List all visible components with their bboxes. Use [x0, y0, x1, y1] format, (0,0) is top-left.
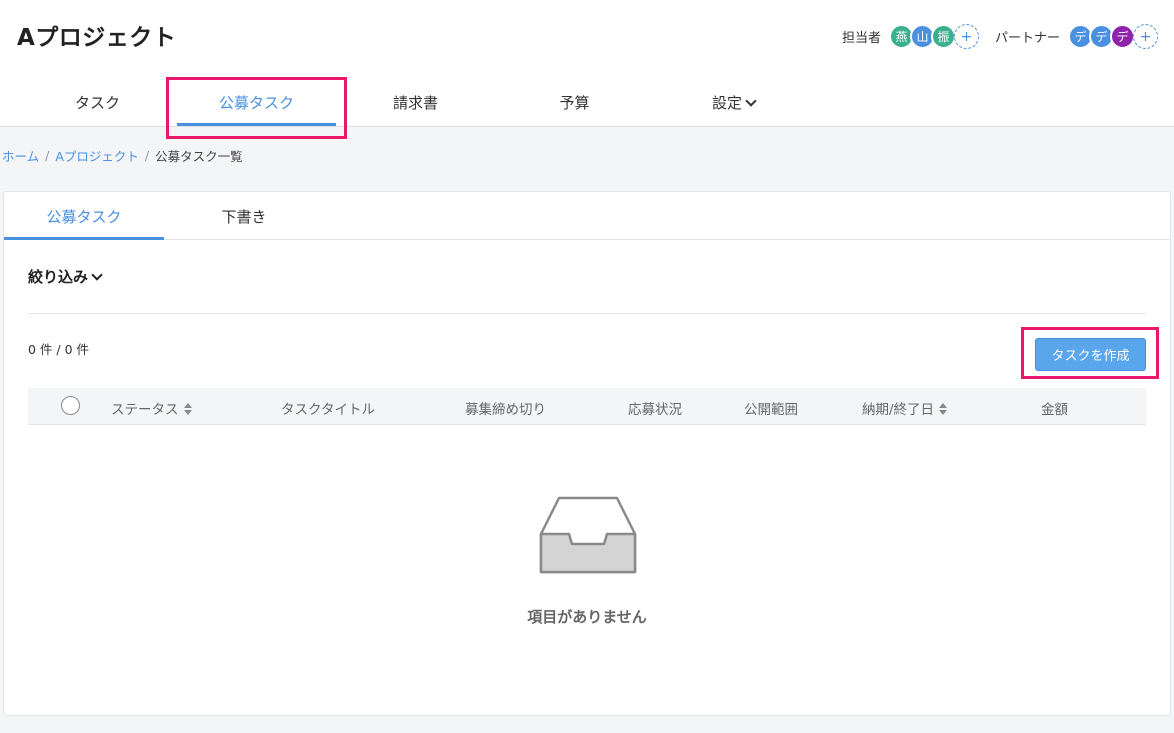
filter-toggle[interactable]: 絞り込み — [28, 266, 103, 287]
members-bar: 担当者 燕 山 振 + パートナー デ デ デ + — [842, 23, 1158, 50]
column-label: 募集締め切り — [465, 402, 546, 418]
column-label: 応募状況 — [628, 402, 682, 418]
column-amount: 金額 — [1041, 398, 1068, 418]
assignee-label: 担当者 — [841, 31, 881, 46]
header: Aプロジェクト 担当者 燕 山 振 + パートナー デ デ デ + タスク 公募… — [0, 0, 1174, 127]
column-label: タスクタイトル — [281, 402, 375, 418]
main-nav: タスク 公募タスク 請求書 予算 設定 — [18, 80, 813, 126]
tab-label: タスク — [74, 94, 120, 112]
chevron-down-icon — [91, 269, 103, 281]
tab-label: 予算 — [559, 94, 590, 112]
column-applications: 応募状況 — [628, 398, 682, 418]
breadcrumb-separator: / — [45, 148, 50, 163]
column-label: 納期/終了日 — [862, 402, 935, 418]
breadcrumb-current: 公募タスク一覧 — [155, 149, 243, 164]
empty-state-text: 項目がありません — [527, 608, 647, 626]
avatar[interactable]: デ — [1110, 24, 1135, 49]
table-header: ステータス タスクタイトル 募集締め切り 応募状況 公開範囲 納期/終了日 金額 — [28, 388, 1146, 425]
breadcrumb-separator: / — [144, 148, 150, 163]
avatar[interactable]: 振 — [930, 24, 956, 49]
column-title: タスクタイトル — [281, 398, 375, 418]
add-assignee-button[interactable]: + — [953, 24, 979, 49]
partner-label: パートナー — [994, 31, 1060, 46]
breadcrumb-project[interactable]: Aプロジェクト — [55, 146, 139, 165]
column-label: 金額 — [1041, 402, 1068, 418]
subtab-label: 下書き — [221, 208, 267, 226]
tab-label: 公募タスク — [218, 94, 294, 112]
result-count: 0 件 / 0 件 — [28, 342, 90, 357]
empty-inbox-icon — [539, 496, 637, 574]
filter-label: 絞り込み — [28, 268, 89, 286]
tab-label: 請求書 — [392, 94, 438, 112]
chevron-down-icon — [745, 95, 757, 107]
select-all-radio[interactable] — [61, 396, 80, 415]
sub-tabs: 公募タスク 下書き — [4, 192, 1170, 240]
create-task-button[interactable]: タスクを作成 — [1035, 338, 1146, 371]
column-deadline: 募集締め切り — [465, 398, 546, 418]
subtab-public-tasks[interactable]: 公募タスク — [4, 192, 164, 240]
subtab-drafts[interactable]: 下書き — [164, 192, 324, 239]
sort-icon[interactable] — [183, 403, 192, 415]
column-label: 公開範囲 — [744, 402, 798, 418]
tab-tasks[interactable]: タスク — [18, 80, 177, 126]
column-status[interactable]: ステータス — [111, 398, 192, 418]
column-due-date[interactable]: 納期/終了日 — [862, 398, 948, 418]
column-label: ステータス — [111, 402, 179, 418]
breadcrumb-home[interactable]: ホーム — [2, 146, 39, 165]
tab-settings[interactable]: 設定 — [654, 80, 813, 126]
partner-avatars: デ デ デ + — [1068, 24, 1158, 49]
project-title: Aプロジェクト — [17, 25, 177, 51]
divider — [28, 313, 1146, 314]
assignee-avatars: 燕 山 振 + — [888, 24, 979, 49]
tab-label: 設定 — [711, 94, 742, 112]
sort-icon[interactable] — [939, 403, 948, 415]
subtab-label: 公募タスク — [46, 208, 122, 226]
column-visibility: 公開範囲 — [744, 398, 798, 418]
add-partner-button[interactable]: + — [1133, 24, 1158, 49]
breadcrumb: ホーム / Aプロジェクト / 公募タスク一覧 — [2, 146, 243, 165]
tab-budget[interactable]: 予算 — [495, 80, 654, 126]
tab-public-tasks[interactable]: 公募タスク — [177, 80, 336, 126]
tab-invoices[interactable]: 請求書 — [336, 80, 495, 126]
content-card: 公募タスク 下書き 絞り込み 0 件 / 0 件 タスクを作成 ステータス タス… — [3, 191, 1171, 716]
